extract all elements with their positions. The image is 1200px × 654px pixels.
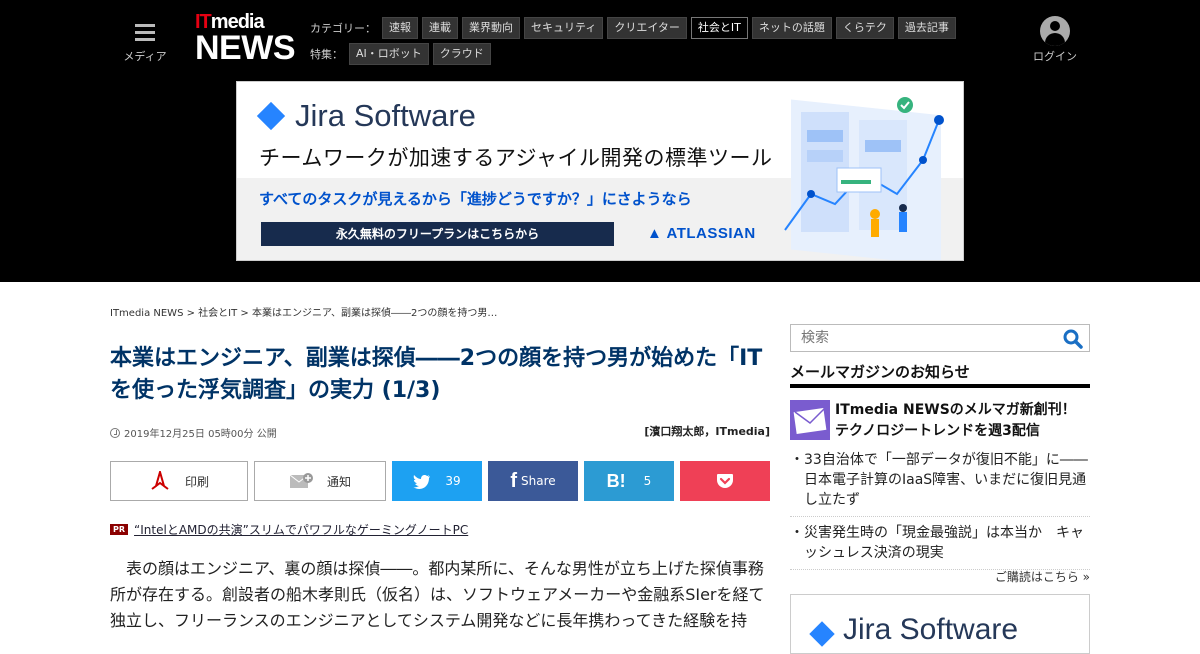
twitter-icon	[413, 474, 431, 489]
mailmag-list-item[interactable]: 災害発生時の「現金最強説」は本当か キャッシュレス決済の現実	[790, 523, 1090, 570]
search-icon	[1063, 329, 1083, 349]
hatena-icon: B!	[606, 470, 626, 491]
feature-chip[interactable]: AI・ロボット	[349, 43, 429, 65]
print-label: 印刷	[184, 474, 209, 489]
pocket-save-button[interactable]	[680, 461, 770, 501]
hamburger-icon	[135, 24, 155, 41]
facebook-label: Share	[521, 474, 556, 488]
jira-logo-icon	[256, 101, 286, 131]
mailmag-heading: メールマガジンのお知らせ	[790, 361, 1090, 388]
hatena-bookmark-button[interactable]: B! 5	[584, 461, 674, 501]
ad-sponsor: ▲ ATLASSIAN	[647, 225, 756, 242]
notify-button[interactable]: 通知	[254, 461, 386, 501]
mailmag-subscribe-link[interactable]: ご購読はこちら »	[790, 568, 1090, 585]
site-logo[interactable]: ITmedia NEWS	[195, 12, 296, 67]
breadcrumb-separator: >	[183, 308, 199, 319]
clock-icon	[110, 427, 120, 438]
mailmag-list: 33自治体で「一部データが復旧不能」に――日本電子計算のIaaS障害、いまだに復…	[790, 450, 1090, 576]
category-chip[interactable]: セキュリティ	[524, 17, 604, 39]
sidebar-ad-brand: Jira Software	[843, 613, 1019, 646]
pr-link-row: PR “IntelとAMDの共演”スリムでパワフルなゲーミングノートPC	[110, 521, 468, 538]
twitter-count: 39	[445, 474, 461, 488]
user-avatar-icon	[1040, 16, 1070, 46]
ad-brand-text: Jira Software	[295, 98, 476, 133]
category-chip[interactable]: 速報	[382, 17, 418, 39]
notify-mail-icon	[289, 472, 313, 490]
pr-link[interactable]: “IntelとAMDの共演”スリムでパワフルなゲーミングノートPC	[134, 521, 468, 538]
ad-sponsor-text: ATLASSIAN	[666, 225, 756, 242]
feature-caption: 特集：	[310, 48, 343, 61]
login-label: ログイン	[1033, 50, 1077, 63]
facebook-icon: f	[510, 469, 518, 492]
search-button[interactable]	[1063, 329, 1083, 349]
category-chip[interactable]: クリエイター	[607, 17, 687, 39]
category-chip[interactable]: くらテク	[835, 17, 894, 39]
ad-subline: すべてのタスクが見えるから「進捗どうですか？」にさようなら	[259, 190, 692, 208]
article-author: [濱口翔太郎，ITmedia]	[644, 425, 770, 438]
article-date-text: 2019年12月25日 05時00分 公開	[124, 429, 277, 440]
site-header: メディア ITmedia NEWS カテゴリー： 速報 連載 業界動向 セキュリ…	[0, 0, 1200, 282]
article-title: 本業はエンジニア、副業は探偵――2つの顔を持つ男が始めた「ITを使った浮気調査」…	[110, 346, 763, 403]
ad-brand: Jira Software	[256, 98, 476, 134]
ad-banner[interactable]: Jira Software チームワークが加速するアジャイル開発の標準ツール す…	[236, 81, 964, 261]
mailmag-feature-text: ITmedia NEWSのメルマガ新創刊！ テクノロジートレンドを週3配信	[835, 402, 1076, 439]
search-box	[790, 324, 1090, 352]
logo-news: NEWS	[195, 29, 296, 67]
category-chip[interactable]: 過去記事	[897, 17, 956, 39]
breadcrumb-home[interactable]: ITmedia NEWS	[110, 308, 183, 319]
ad-headline: チームワークが加速するアジャイル開発の標準ツール	[259, 146, 773, 170]
category-chip-active[interactable]: 社会とIT	[690, 17, 748, 39]
notify-label: 通知	[326, 474, 351, 489]
article-date: 2019年12月25日 05時00分 公開	[110, 425, 277, 440]
pr-badge: PR	[110, 524, 129, 535]
mail-icon	[790, 400, 830, 440]
category-chip[interactable]: 連載	[422, 17, 458, 39]
jira-logo-icon	[809, 621, 835, 647]
login-button[interactable]: ログイン	[1028, 16, 1082, 64]
ad-cta-button[interactable]: 永久無料のフリープランはこちらから	[261, 222, 614, 246]
pocket-icon	[716, 473, 734, 489]
breadcrumb-current: 本業はエンジニア、副業は探偵――2つの顔を持つ男…	[251, 308, 498, 319]
breadcrumb-category[interactable]: 社会とIT	[198, 308, 237, 319]
feature-nav: 特集： AI・ロボット クラウド	[310, 43, 495, 65]
category-nav: カテゴリー： 速報 連載 業界動向 セキュリティ クリエイター 社会とIT ネッ…	[310, 17, 960, 39]
breadcrumb-separator: >	[237, 308, 252, 319]
hatena-count: 5	[643, 474, 652, 488]
ad-illustration	[784, 97, 944, 260]
sidebar-ad[interactable]: Jira Software	[790, 594, 1090, 654]
article-body: 表の顔はエンジニア、裏の顔は探偵――。都内某所に、そんな男性が立ち上げた探偵事務…	[110, 559, 765, 630]
facebook-share-button[interactable]: f Share	[488, 461, 578, 501]
menu-label: メディア	[123, 50, 167, 63]
breadcrumb: ITmedia NEWS > 社会とIT > 本業はエンジニア、副業は探偵――2…	[110, 304, 497, 319]
feature-chip[interactable]: クラウド	[432, 43, 491, 65]
mailmag-feature[interactable]: ITmedia NEWSのメルマガ新創刊！ テクノロジートレンドを週3配信	[790, 400, 1090, 442]
category-chip[interactable]: ネットの話題	[751, 17, 832, 39]
category-chip[interactable]: 業界動向	[462, 17, 520, 39]
menu-button[interactable]: メディア	[122, 20, 168, 64]
twitter-share-button[interactable]: 39	[392, 461, 482, 501]
category-caption: カテゴリー：	[310, 22, 376, 35]
print-icon	[149, 471, 171, 491]
mailmag-list-item[interactable]: 33自治体で「一部データが復旧不能」に――日本電子計算のIaaS障害、いまだに復…	[790, 450, 1090, 517]
search-input[interactable]	[791, 325, 1051, 351]
print-button[interactable]: 印刷	[110, 461, 248, 501]
